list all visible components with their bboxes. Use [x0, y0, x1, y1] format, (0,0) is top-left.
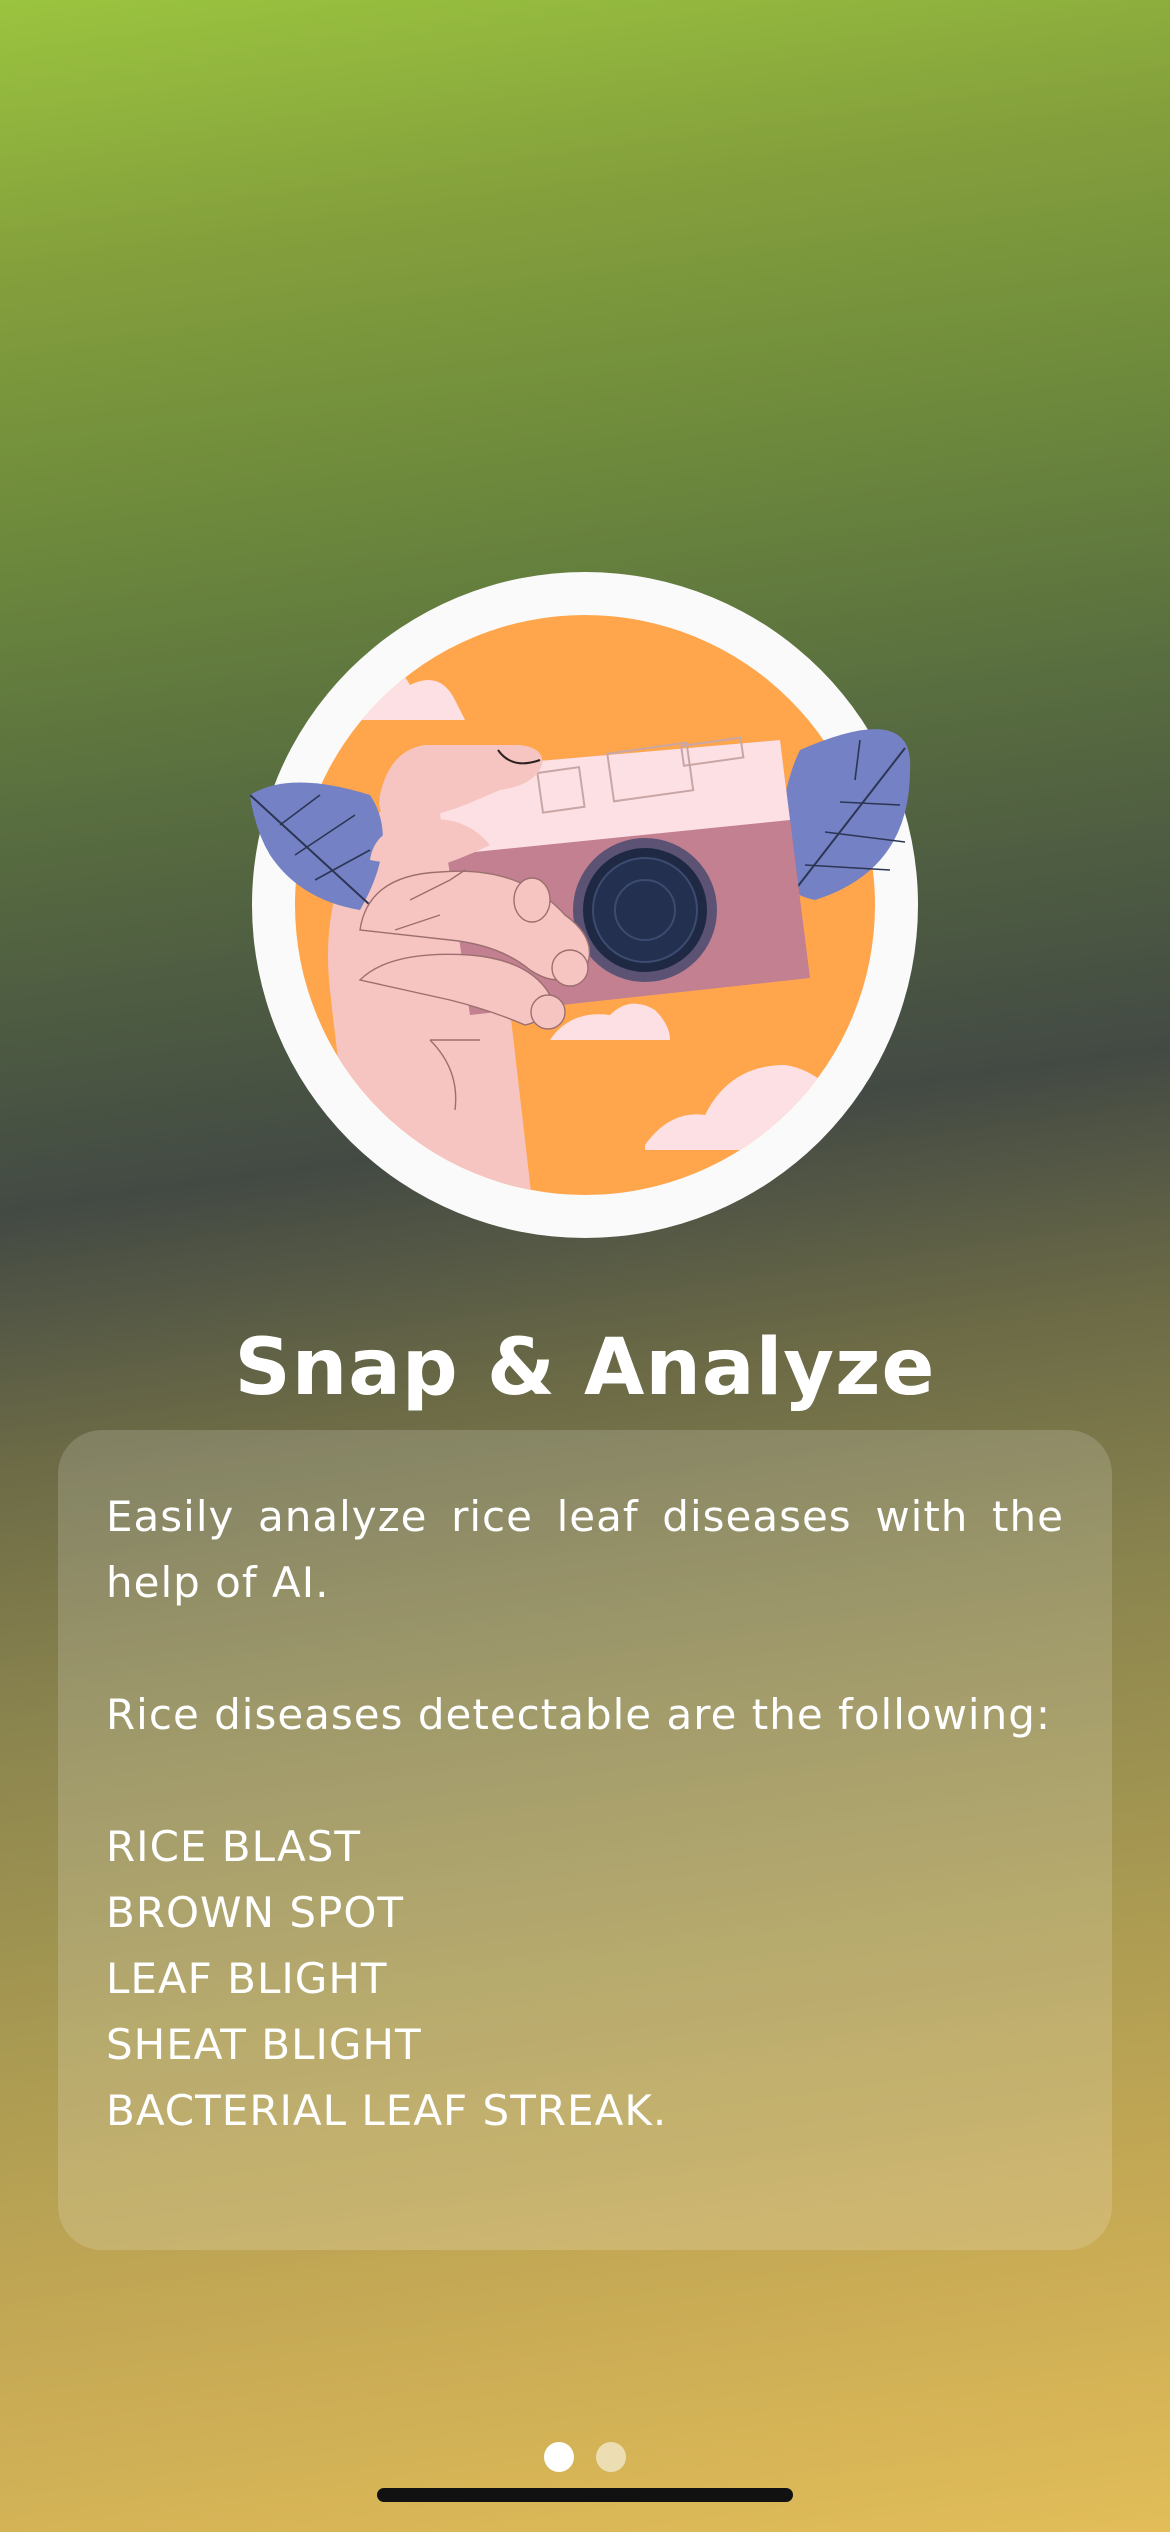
list-item: LEAF BLIGHT [106, 1954, 388, 2003]
intro-text: Easily analyze rice leaf diseases with t… [106, 1492, 1064, 1607]
list-item: SHEAT BLIGHT [106, 2020, 422, 2069]
list-heading: Rice diseases detectable are the followi… [106, 1690, 1052, 1739]
onboarding-illustration [250, 570, 920, 1240]
disease-list: RICE BLAST BROWN SPOT LEAF BLIGHT SHEAT … [106, 1814, 1064, 2144]
home-indicator[interactable] [377, 2488, 793, 2502]
list-item: RICE BLAST [106, 1822, 362, 1871]
page-title: Snap & Analyze [234, 1323, 936, 1413]
page-dot-2[interactable] [596, 2442, 626, 2472]
description-card: Easily analyze rice leaf diseases with t… [58, 1430, 1112, 2250]
hand-holding-camera-icon [250, 572, 918, 1238]
list-item: BACTERIAL LEAF STREAK. [106, 2086, 668, 2135]
page-dot-1-active[interactable] [544, 2442, 574, 2472]
list-item: BROWN SPOT [106, 1888, 405, 1937]
page-indicator[interactable] [0, 2440, 1170, 2474]
